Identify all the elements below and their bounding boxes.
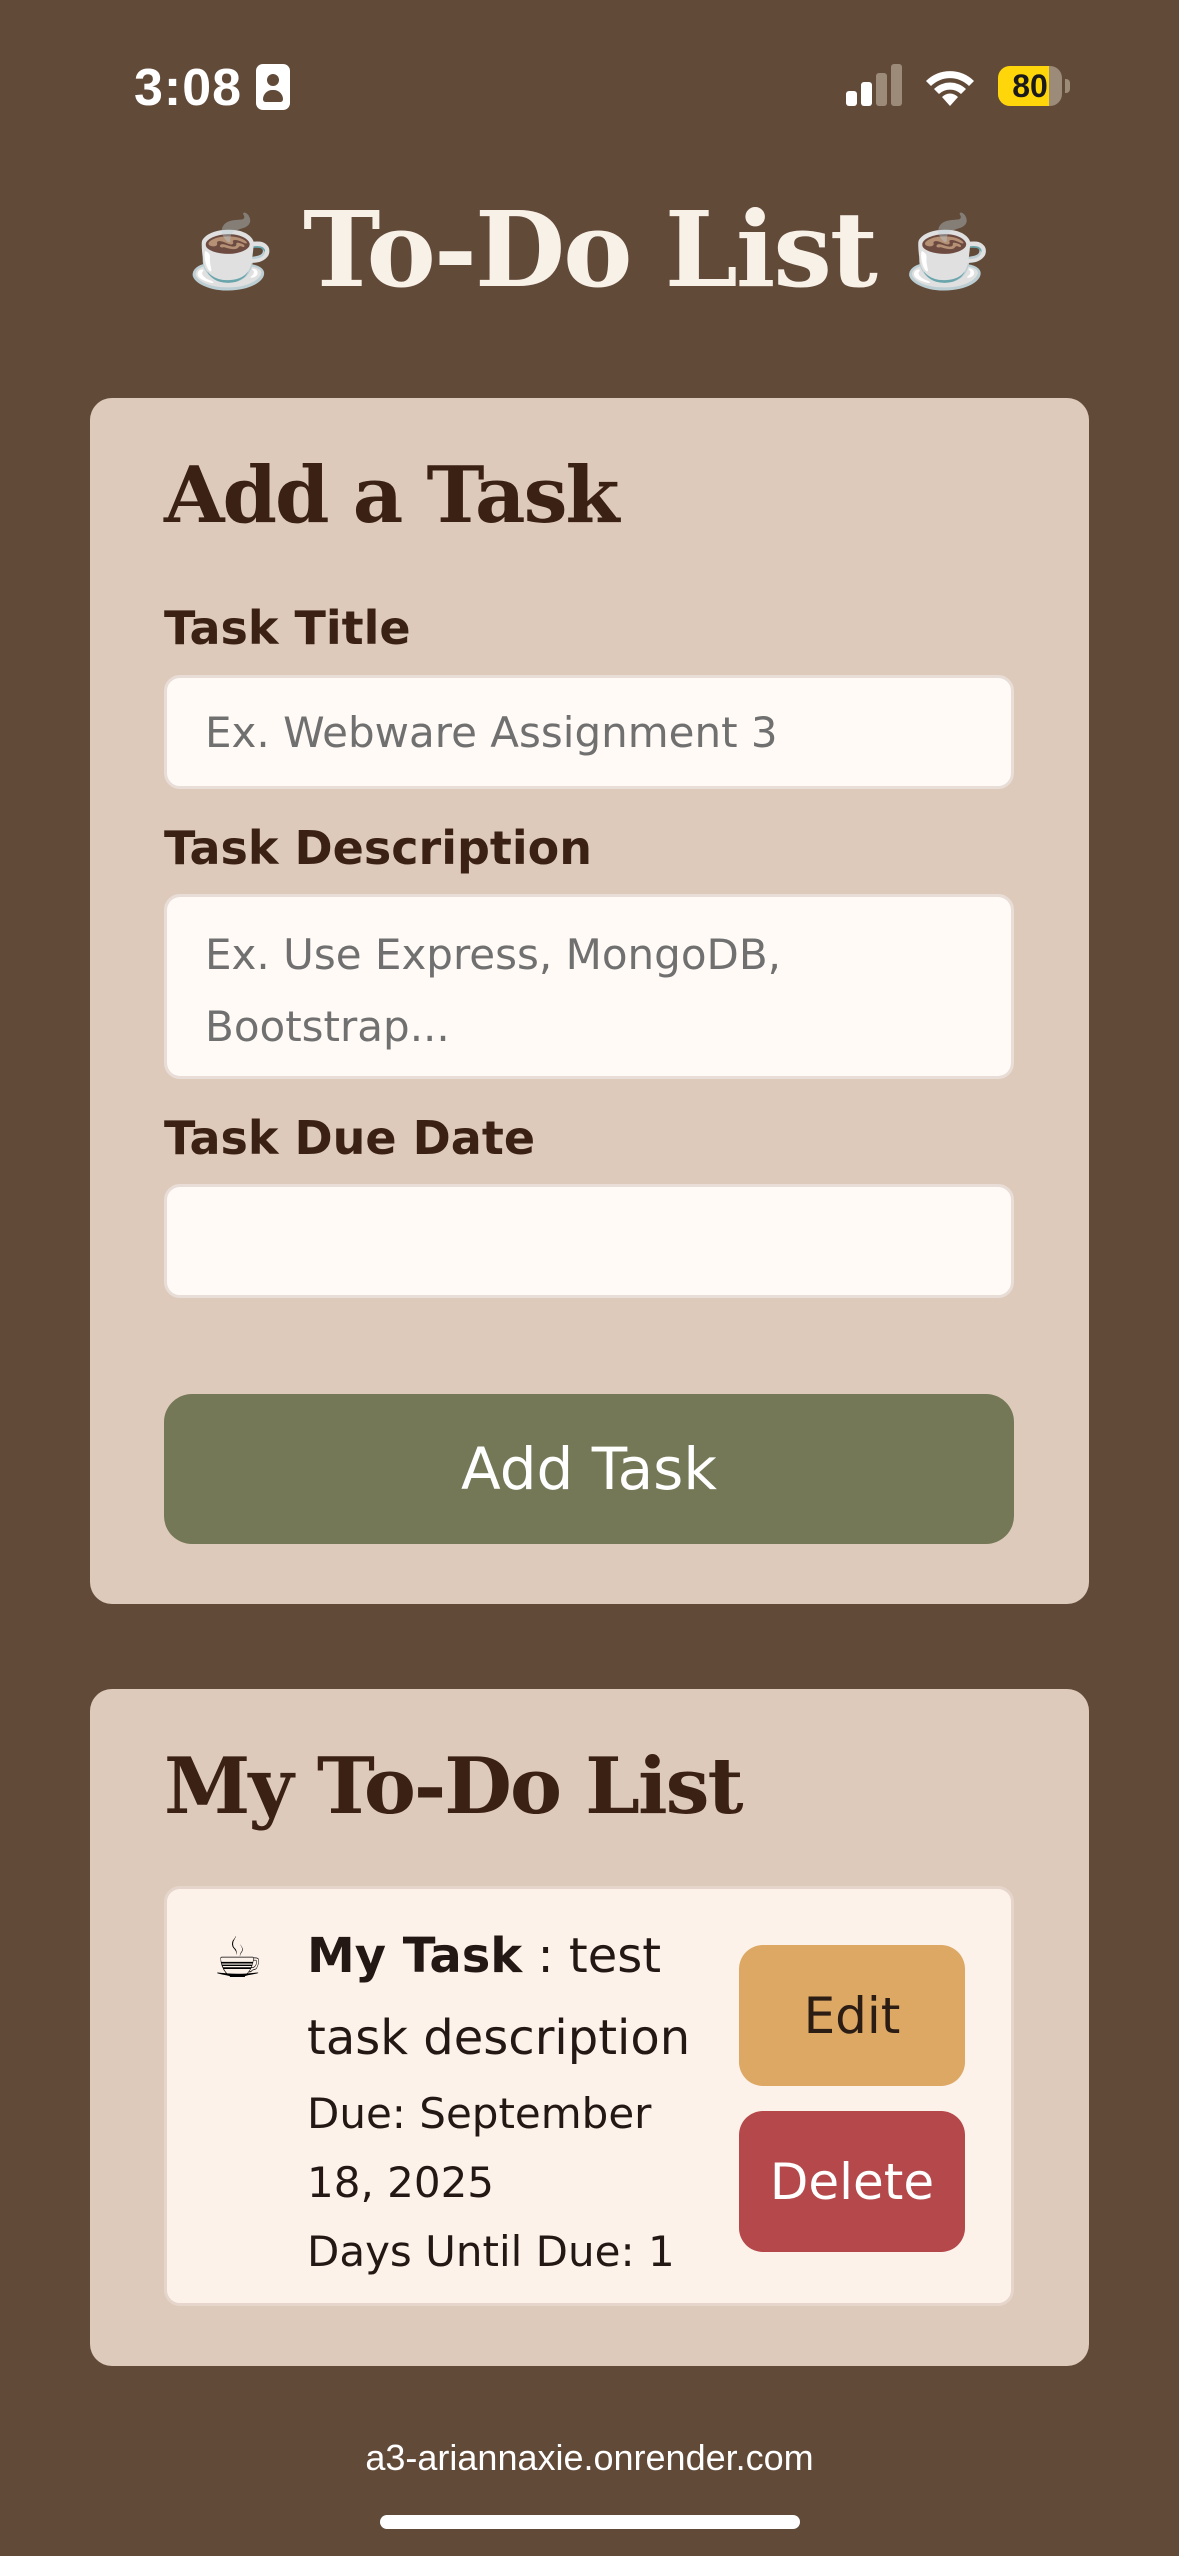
task-due-date-input[interactable]	[164, 1184, 1014, 1298]
add-task-heading: Add a Task	[164, 450, 620, 541]
battery-level: 80	[1012, 68, 1048, 104]
wifi-icon	[926, 71, 974, 106]
task-title-label: Task Title	[164, 601, 411, 655]
signal-bar	[876, 73, 887, 106]
status-bar: 3:08 80	[0, 0, 1179, 170]
todo-list-card: My To-Do List ☕ My Task : test task desc…	[90, 1689, 1089, 2366]
task-description-label: Task Description	[164, 821, 592, 875]
task-main-line: My Task : test task description	[307, 1915, 727, 2079]
coffee-cup-icon: ☕	[213, 1926, 264, 1991]
task-due-date: Due: September 18, 2025	[307, 2089, 652, 2207]
task-separator: :	[522, 1928, 569, 1984]
id-card-icon	[256, 64, 290, 110]
task-item: ☕ My Task : test task description Due: S…	[164, 1886, 1014, 2306]
page-title: ☕ To-Do List ☕	[0, 180, 1179, 322]
task-title: My Task	[307, 1928, 523, 1984]
task-due-date-label: Task Due Date	[164, 1111, 536, 1165]
signal-bar	[891, 64, 902, 106]
battery-cap	[1065, 79, 1070, 93]
signal-bar	[861, 82, 872, 106]
add-task-button[interactable]: Add Task	[164, 1394, 1014, 1544]
status-time: 3:08	[134, 59, 243, 117]
delete-task-button[interactable]: Delete	[739, 2111, 965, 2252]
task-details: My Task : test task description Due: Sep…	[307, 1915, 727, 2286]
signal-bar	[846, 91, 857, 106]
task-description-input[interactable]	[164, 894, 1014, 1079]
task-title-input[interactable]	[164, 675, 1014, 789]
edit-task-button[interactable]: Edit	[739, 1945, 965, 2086]
page-title-text: To-Do List	[303, 188, 878, 311]
browser-url[interactable]: a3-ariannaxie.onrender.com	[0, 2430, 1179, 2486]
coffee-cup-icon: ☕	[903, 210, 992, 293]
task-days-until-due: Days Until Due: 1	[307, 2227, 675, 2276]
coffee-cup-icon: ☕	[187, 210, 275, 293]
cellular-signal-icon	[846, 64, 904, 106]
todo-list-heading: My To-Do List	[164, 1741, 744, 1832]
add-task-card: Add a Task Task Title Task Description T…	[90, 398, 1089, 1604]
battery-icon: 80	[998, 66, 1070, 106]
home-indicator[interactable]	[380, 2515, 800, 2529]
